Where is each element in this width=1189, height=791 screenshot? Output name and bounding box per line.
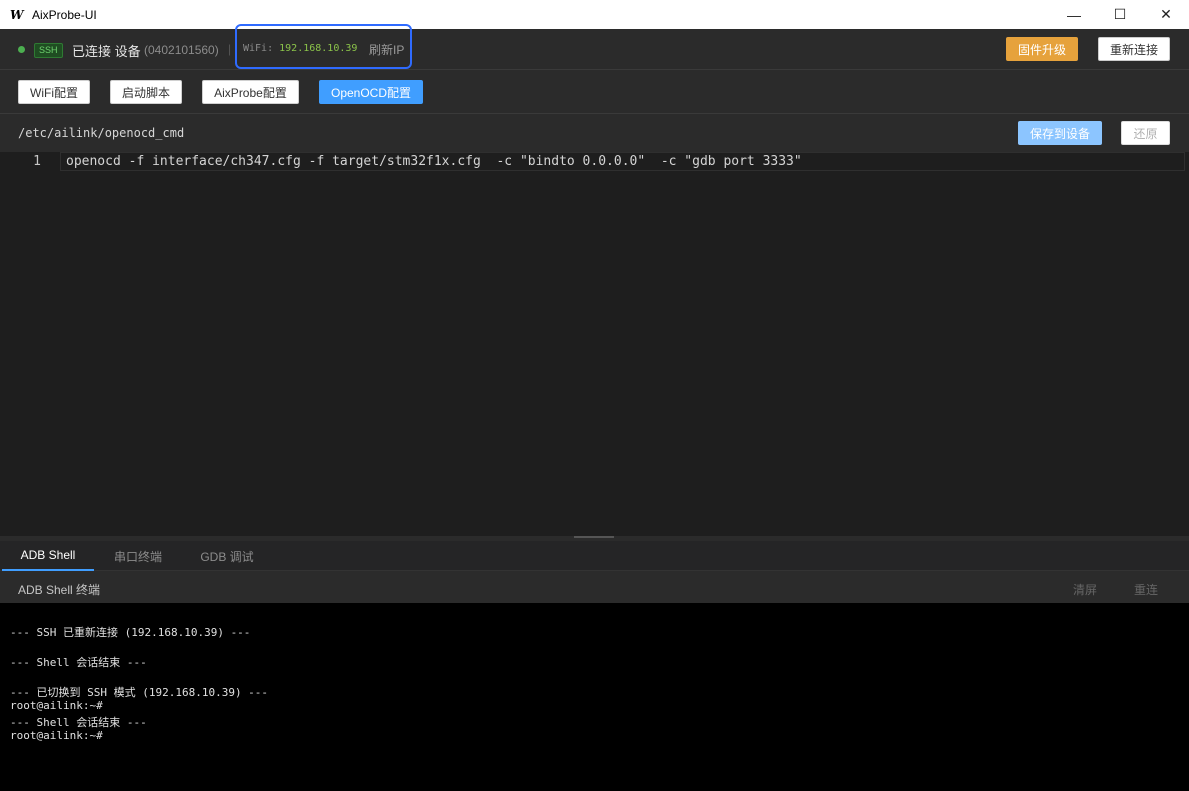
tab-wifi-config[interactable]: WiFi配置 [18, 80, 90, 104]
app-logo-icon: W [10, 7, 24, 22]
minimize-button[interactable]: — [1051, 0, 1097, 29]
window-controls: — ☐ ✕ [1051, 0, 1189, 29]
code-editor[interactable]: 1 openocd -f interface/ch347.cfg -f targ… [0, 152, 1189, 536]
connection-label: 已连接 设备 [72, 44, 141, 59]
config-tab-bar: WiFi配置 启动脚本 AixProbe配置 OpenOCD配置 [0, 70, 1189, 114]
terminal-line: --- Shell 会话结束 --- [10, 656, 147, 669]
reconnect-button[interactable]: 重新连接 [1098, 37, 1170, 61]
refresh-ip-link[interactable]: 刷新IP [369, 41, 404, 58]
tab-gdb-debug[interactable]: GDB 调试 [186, 541, 268, 571]
window-title: AixProbe-UI [32, 7, 97, 22]
terminal-header: ADB Shell 终端 清屏 重连 [0, 571, 1189, 603]
terminal-line: --- SSH 已重新连接 (192.168.10.39) --- [10, 626, 251, 639]
tab-startup-script[interactable]: 启动脚本 [110, 80, 182, 104]
line-number-gutter: 1 [0, 152, 60, 536]
maximize-button[interactable]: ☐ [1097, 0, 1143, 29]
connection-status-dot-icon [18, 46, 25, 53]
terminal-line: --- Shell 会话结束 --- [10, 716, 147, 729]
wifi-label: WiFi: [243, 43, 274, 54]
save-to-device-button[interactable]: 保存到设备 [1018, 121, 1102, 145]
file-path-bar: /etc/ailink/openocd_cmd 保存到设备 还原 [0, 114, 1189, 152]
terminal-line: root@ailink:~# [10, 729, 103, 742]
wifi-info: WiFi: 192.168.10.39 [243, 43, 357, 54]
wifi-ip: 192.168.10.39 [279, 43, 358, 54]
tab-aixprobe-config[interactable]: AixProbe配置 [202, 80, 299, 104]
clear-screen-button[interactable]: 清屏 [1073, 581, 1097, 598]
tab-adb-shell[interactable]: ADB Shell [2, 541, 94, 571]
window-titlebar: W AixProbe-UI — ☐ ✕ [0, 0, 1189, 29]
bottom-panel-tabs: ADB Shell 串口终端 GDB 调试 [0, 541, 1189, 571]
close-button[interactable]: ✕ [1143, 0, 1189, 29]
terminal-reconnect-button[interactable]: 重连 [1134, 581, 1158, 598]
terminal-output[interactable]: --- SSH 已重新连接 (192.168.10.39) --- --- Sh… [0, 603, 1189, 791]
tab-serial-terminal[interactable]: 串口终端 [98, 541, 178, 571]
restore-button[interactable]: 还原 [1121, 121, 1170, 145]
tab-openocd-config[interactable]: OpenOCD配置 [319, 80, 423, 104]
terminal-line: root@ailink:~# [10, 699, 103, 712]
file-path: /etc/ailink/openocd_cmd [18, 126, 185, 140]
line-number: 1 [33, 154, 41, 169]
status-separator: | [228, 42, 232, 56]
firmware-upgrade-button[interactable]: 固件升级 [1006, 37, 1078, 61]
terminal-title: ADB Shell 终端 [18, 583, 101, 597]
splitter-grip-icon[interactable] [574, 536, 614, 538]
code-line[interactable]: openocd -f interface/ch347.cfg -f target… [66, 153, 802, 170]
connection-status-bar: SSH 已连接 设备 (0402101560) | WiFi: 192.168.… [0, 24, 1189, 70]
terminal-line: --- 已切换到 SSH 模式 (192.168.10.39) --- [10, 686, 269, 699]
device-id: (0402101560) [144, 43, 219, 57]
protocol-badge: SSH [34, 43, 63, 58]
